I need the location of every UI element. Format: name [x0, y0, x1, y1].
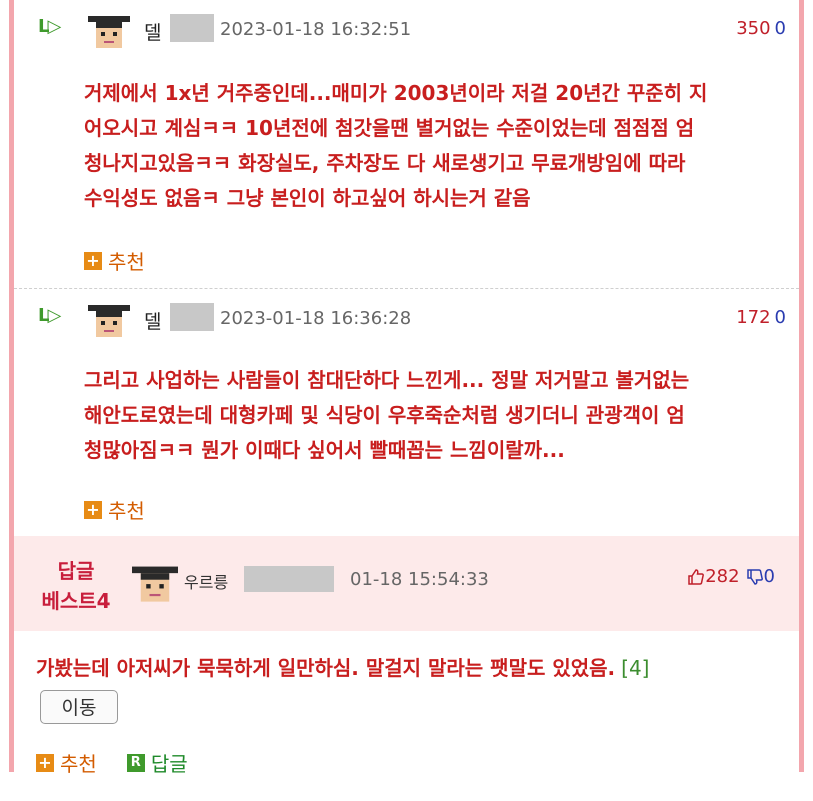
best-reply-header: 답글 베스트4 우르릉 01-18 15:54:33 282 0 — [14, 536, 799, 631]
reply-count[interactable]: [4] — [621, 656, 649, 680]
timestamp: 2023-01-18 16:36:28 — [220, 308, 412, 329]
best-label-line: 베스트4 — [41, 589, 111, 613]
recommend-label: 추천 — [108, 499, 145, 523]
nickname-redaction — [244, 566, 334, 592]
comment-line: 수익성도 없음ㅋ 그냥 본인이 하고싶어 하시는거 같음 — [84, 186, 531, 210]
comment-item: L▷ 델 2023-01-18 16:36:28 172 0 그리고 사업하는 사… — [14, 288, 799, 536]
avatar — [88, 16, 130, 48]
reply-arrow-icon: L▷ — [38, 16, 61, 37]
reply-icon: R — [126, 753, 145, 772]
avatar — [132, 566, 178, 602]
comment-item: L▷ 델 2023-01-18 16:32:51 350 0 거제에서 1x년 거… — [14, 0, 799, 288]
best-reply-actions: + 추천 R 답글 — [36, 748, 188, 777]
best-reply-label: 답글 베스트4 — [36, 556, 116, 616]
comment-line: 어오시고 계심ㅋㅋ 10년전에 첨갓을땐 별거없는 수준이었는데 점점점 엄 — [84, 116, 695, 140]
nickname[interactable]: 델 — [144, 18, 161, 45]
best-label-line: 답글 — [57, 559, 95, 583]
comment-body: 거제에서 1x년 거주중인데...매미가 2003년이라 저걸 20년간 꾸준히… — [84, 76, 784, 216]
best-reply-text: 가봤는데 아저씨가 묵묵하게 일만하심. 말걸지 말라는 팻말도 있었음. — [36, 656, 616, 680]
move-button[interactable]: 이동 — [40, 690, 118, 724]
comment-line: 해안도로였는데 대형카페 및 식당이 우후죽순처럼 생기더니 관광객이 엄 — [84, 403, 685, 427]
comment-header: L▷ 델 2023-01-18 16:32:51 350 0 — [38, 8, 798, 52]
recommend-button[interactable]: + 추천 — [84, 495, 145, 524]
recommend-label: 추천 — [60, 752, 97, 776]
timestamp: 2023-01-18 16:32:51 — [220, 19, 412, 40]
thumbs-down-icon — [746, 568, 763, 585]
plus-icon: + — [84, 500, 102, 519]
thumbs-up-icon — [688, 568, 705, 585]
comment-line: 청나지고있음ㅋㅋ 화장실도, 주차장도 다 새로생기고 무료개방임에 따라 — [84, 151, 686, 175]
reply-label: 답글 — [150, 752, 188, 776]
vote-count: 350 0 — [736, 18, 786, 39]
nickname[interactable]: 우르릉 — [184, 569, 228, 593]
timestamp: 01-18 15:54:33 — [350, 569, 489, 590]
dislike-count: 0 — [774, 307, 786, 328]
comment-line: 거제에서 1x년 거주중인데...매미가 2003년이라 저걸 20년간 꾸준히… — [84, 81, 708, 105]
recommend-button[interactable]: + 추천 — [84, 246, 145, 275]
reply-arrow-icon: L▷ — [38, 305, 61, 326]
recommend-button[interactable]: + 추천 — [36, 748, 97, 777]
vote-count: 172 0 — [736, 307, 786, 328]
nickname-redaction — [170, 14, 214, 42]
like-count: 172 — [736, 307, 771, 328]
recommend-label: 추천 — [108, 250, 145, 274]
vote-count: 282 0 — [687, 566, 775, 587]
comment-line: 청많아짐ㅋㅋ 뭔가 이때다 싶어서 빨때꼽는 느낌이랄까... — [84, 438, 565, 462]
nickname[interactable]: 델 — [144, 307, 161, 334]
dislike-count: 0 — [763, 566, 775, 587]
comment-header: L▷ 델 2023-01-18 16:36:28 172 0 — [38, 297, 798, 341]
like-count: 350 — [736, 18, 771, 39]
like-count: 282 — [705, 566, 740, 587]
dislike-count: 0 — [774, 18, 786, 39]
nickname-redaction — [170, 303, 214, 331]
comment-line: 그리고 사업하는 사람들이 참대단하다 느낀게... 정말 저거말고 볼거없는 — [84, 368, 690, 392]
avatar — [88, 305, 130, 337]
best-reply-body: 가봤는데 아저씨가 묵묵하게 일만하심. 말걸지 말라는 팻말도 있었음. [4] — [36, 652, 786, 681]
thumbs-up-button[interactable]: 282 — [687, 566, 740, 587]
plus-icon: + — [84, 251, 102, 270]
comment-body: 그리고 사업하는 사람들이 참대단하다 느낀게... 정말 저거말고 볼거없는 … — [84, 363, 784, 468]
thumbs-down-button[interactable]: 0 — [746, 566, 775, 587]
plus-icon: + — [36, 753, 54, 772]
reply-button[interactable]: R 답글 — [126, 748, 188, 777]
best-reply: 답글 베스트4 우르릉 01-18 15:54:33 282 0 가봤는데 아저… — [14, 536, 799, 776]
